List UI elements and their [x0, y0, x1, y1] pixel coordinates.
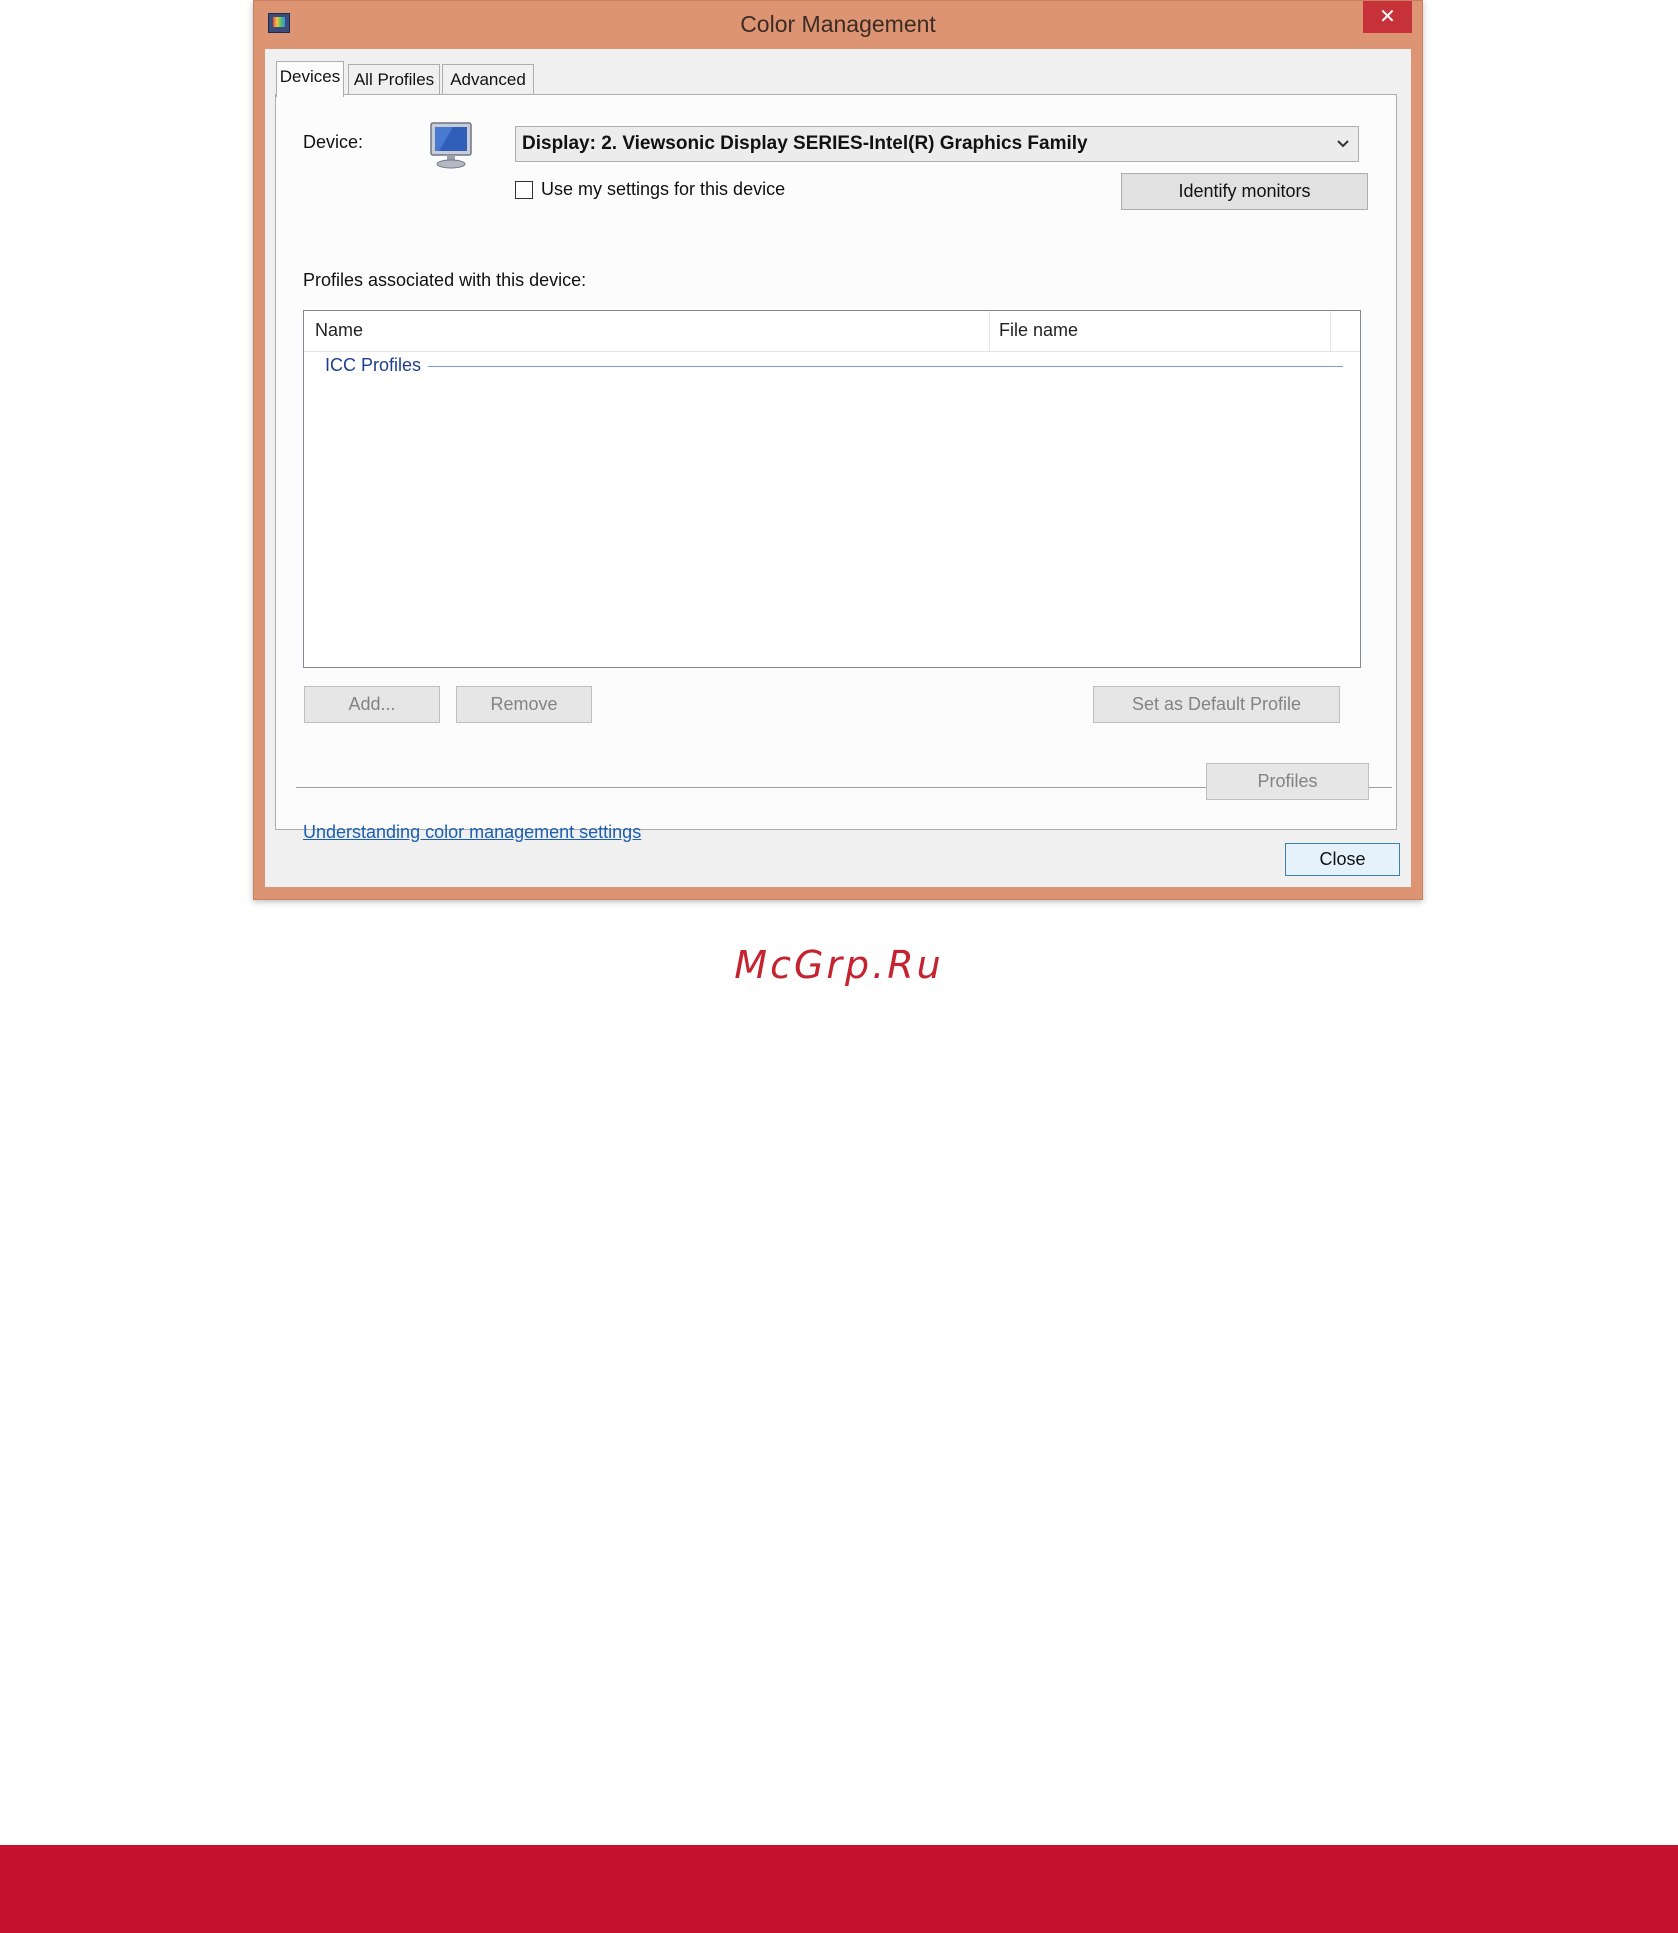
- chevron-down-icon: [1337, 140, 1349, 148]
- understanding-color-management-link[interactable]: Understanding color management settings: [303, 822, 641, 843]
- column-header-file-name[interactable]: File name: [999, 320, 1078, 341]
- profiles-list[interactable]: Name File name ICC Profiles: [303, 310, 1361, 668]
- group-divider: [428, 366, 1343, 367]
- identify-monitors-button[interactable]: Identify monitors: [1121, 173, 1368, 210]
- monitor-icon: [430, 122, 472, 169]
- profiles-button[interactable]: Profiles: [1206, 763, 1369, 800]
- column-header-name[interactable]: Name: [315, 320, 363, 341]
- devices-tab-page: Device: Display: 2. Viewsonic Display SE…: [275, 94, 1397, 842]
- use-my-settings-checkbox[interactable]: [515, 181, 533, 199]
- tab-all-profiles[interactable]: All Profiles: [348, 64, 440, 96]
- column-separator[interactable]: [989, 311, 990, 351]
- close-window-button[interactable]: ✕: [1363, 1, 1412, 33]
- remove-profile-button[interactable]: Remove: [456, 686, 592, 723]
- close-button[interactable]: Close: [1285, 843, 1400, 876]
- title-bar[interactable]: Color Management ✕: [254, 1, 1422, 49]
- dialog-client-area: Devices All Profiles Advanced Device: Di…: [265, 49, 1411, 887]
- tab-advanced[interactable]: Advanced: [442, 64, 534, 96]
- profiles-associated-label: Profiles associated with this device:: [303, 270, 587, 290]
- device-select[interactable]: Display: 2. Viewsonic Display SERIES-Int…: [515, 126, 1359, 162]
- footer-band: [0, 1845, 1678, 1933]
- use-my-settings-label: Use my settings for this device: [541, 179, 786, 199]
- window-title: Color Management: [740, 11, 936, 37]
- group-icc-profiles[interactable]: ICC Profiles: [325, 355, 421, 376]
- color-management-window: Color Management ✕ Devices All Profiles …: [253, 0, 1423, 900]
- add-profile-button[interactable]: Add...: [304, 686, 440, 723]
- watermark-text: McGrp.Ru: [734, 943, 944, 987]
- tab-devices[interactable]: Devices: [276, 61, 344, 97]
- list-header: Name File name: [304, 311, 1360, 352]
- device-select-value: Display: 2. Viewsonic Display SERIES-Int…: [522, 133, 1088, 154]
- set-default-profile-button[interactable]: Set as Default Profile: [1093, 686, 1340, 723]
- column-separator[interactable]: [1330, 311, 1331, 351]
- device-label: Device:: [303, 132, 364, 152]
